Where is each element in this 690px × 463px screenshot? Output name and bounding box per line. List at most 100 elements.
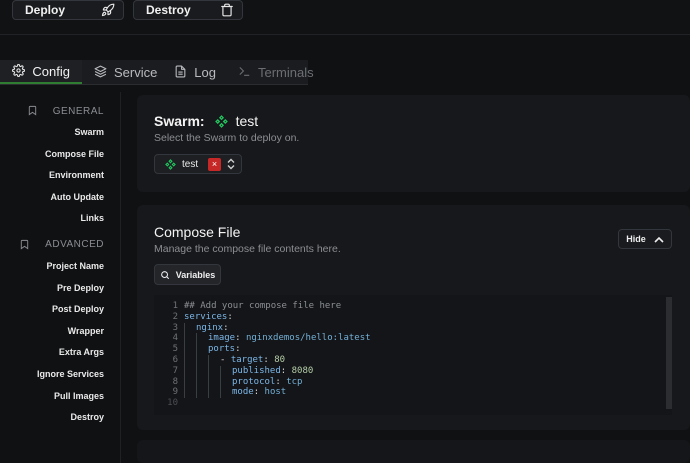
sidebar-item-links[interactable]: Links <box>0 208 112 230</box>
sidebar-item-project-name[interactable]: Project Name <box>0 256 112 278</box>
tab-terminals[interactable]: Terminals <box>228 60 314 84</box>
bookmark-icon <box>19 239 31 251</box>
chevrons-up-down-icon[interactable] <box>227 158 235 170</box>
line-number: 6 <box>172 354 178 365</box>
yaml-key: ports <box>208 344 236 355</box>
variables-button-label: Variables <box>175 269 216 280</box>
deploy-button[interactable]: Deploy <box>12 0 124 20</box>
tab-log[interactable]: Log <box>158 60 228 84</box>
code-line: 5 ports: <box>154 344 672 355</box>
line-number: 3 <box>172 322 178 333</box>
swarm-select[interactable]: test × <box>154 154 242 174</box>
sidebar-item-wrapper[interactable]: Wrapper <box>0 321 112 343</box>
yaml-key: target <box>230 354 264 365</box>
hide-button[interactable]: Hide <box>618 229 672 249</box>
sidebar-item-ignore-services[interactable]: Ignore Services <box>0 364 112 386</box>
yaml-colon: : <box>227 311 233 322</box>
swarm-title-prefix: Swarm: <box>154 113 205 129</box>
swarm-title: Swarm: test <box>154 113 258 129</box>
swarm-select-value: test <box>182 158 199 170</box>
code-line: 2 services: <box>154 312 672 323</box>
sidebar-item-post-deploy[interactable]: Post Deploy <box>0 299 112 321</box>
yaml-value: 80 <box>274 354 286 365</box>
yaml-value: host <box>264 387 287 398</box>
variables-button[interactable]: Variables <box>154 264 221 285</box>
sidebar-heading-advanced: ADVANCED <box>0 234 112 256</box>
tab-services-label: Services <box>114 64 164 80</box>
yaml-key: published <box>232 365 281 376</box>
line-number: 7 <box>172 365 178 376</box>
code-line: 8 protocol: tcp <box>154 376 672 388</box>
yaml-colon: : <box>253 387 260 398</box>
code-line: 6 - target: 80 <box>154 354 672 366</box>
compose-file-section: Compose File Manage the compose file con… <box>137 205 690 430</box>
yaml-value: nginxdemos/hello:latest <box>245 333 371 344</box>
deploy-button-label: Deploy <box>25 3 66 17</box>
sidebar-item-swarm[interactable]: Swarm <box>0 122 112 144</box>
tab-terminals-label: Terminals <box>258 64 314 80</box>
yaml-key: nginx <box>196 322 224 333</box>
bookmark-icon <box>27 105 39 117</box>
destroy-button-label: Destroy <box>146 3 191 17</box>
yaml-value: tcp <box>286 376 303 387</box>
yaml-key: image <box>208 333 236 344</box>
tab-log-label: Log <box>194 64 216 80</box>
swarm-diamond-icon <box>165 158 176 170</box>
gear-icon <box>12 64 25 78</box>
yaml-colon: : <box>235 333 241 344</box>
sidebar-item-destroy[interactable]: Destroy <box>0 407 112 429</box>
code-line: 1 ## Add your compose file here <box>154 301 672 312</box>
sidebar-item-environment[interactable]: Environment <box>0 165 112 187</box>
line-number: 9 <box>172 387 178 398</box>
search-icon <box>160 270 170 280</box>
line-number: 1 <box>172 301 178 311</box>
swarm-subtitle: Select the Swarm to deploy on. <box>154 132 300 144</box>
yaml-colon: : <box>223 322 229 333</box>
code-line: 3 nginx: <box>154 322 672 334</box>
action-bar: Deploy Destroy <box>0 0 690 35</box>
code-line: 7 published: 8080 <box>154 365 672 377</box>
line-number: 2 <box>172 311 178 322</box>
swarm-section: Swarm: test Select the Swarm to deploy o… <box>137 95 690 192</box>
sidebar-item-pull-images[interactable]: Pull Images <box>0 386 112 408</box>
yaml-key: protocol <box>232 376 276 387</box>
terminal-icon <box>238 65 251 79</box>
line-number: 5 <box>172 344 178 355</box>
yaml-colon: : <box>235 344 241 355</box>
next-section <box>137 440 690 463</box>
yaml-colon: : <box>275 376 281 387</box>
chevron-up-icon <box>654 236 664 243</box>
code-line: 10 <box>154 398 672 409</box>
code-line: 9 mode: host <box>154 387 672 399</box>
line-number: 10 <box>167 398 178 409</box>
sidebar-item-pre-deploy[interactable]: Pre Deploy <box>0 278 112 300</box>
compose-subtitle: Manage the compose file contents here. <box>154 243 341 255</box>
tabs-underline <box>0 84 308 85</box>
hide-button-label: Hide <box>626 234 646 244</box>
destroy-button[interactable]: Destroy <box>133 0 243 20</box>
yaml-colon: : <box>280 365 287 376</box>
yaml-key: services <box>184 311 228 322</box>
yaml-key: mode <box>232 387 254 398</box>
compose-code-editor[interactable]: 1 ## Add your compose file here 2 servic… <box>154 295 672 415</box>
sidebar-item-auto-update[interactable]: Auto Update <box>0 187 112 209</box>
file-text-icon <box>174 65 187 79</box>
sidebar-heading-general-label: GENERAL <box>52 105 104 117</box>
tab-services[interactable]: Services <box>82 60 164 84</box>
tab-config-label: Config <box>32 63 70 79</box>
compose-title: Compose File <box>154 224 241 240</box>
rocket-icon <box>101 3 115 17</box>
yaml-dash: - <box>220 354 231 365</box>
layers-icon <box>94 65 107 79</box>
sidebar-item-compose-file[interactable]: Compose File <box>0 144 112 166</box>
tab-config[interactable]: Config <box>0 60 82 84</box>
swarm-diamond-icon <box>214 114 228 128</box>
sidebar-heading-general: GENERAL <box>0 100 112 122</box>
line-number: 8 <box>172 376 178 387</box>
code-line: 4 image: nginxdemos/hello:latest <box>154 333 672 345</box>
yaml-colon: : <box>263 354 269 365</box>
clear-selection-button[interactable]: × <box>208 157 221 171</box>
editor-scrollbar[interactable] <box>666 297 672 409</box>
yaml-value: 8080 <box>291 365 314 376</box>
sidebar-item-extra-args[interactable]: Extra Args <box>0 342 112 364</box>
